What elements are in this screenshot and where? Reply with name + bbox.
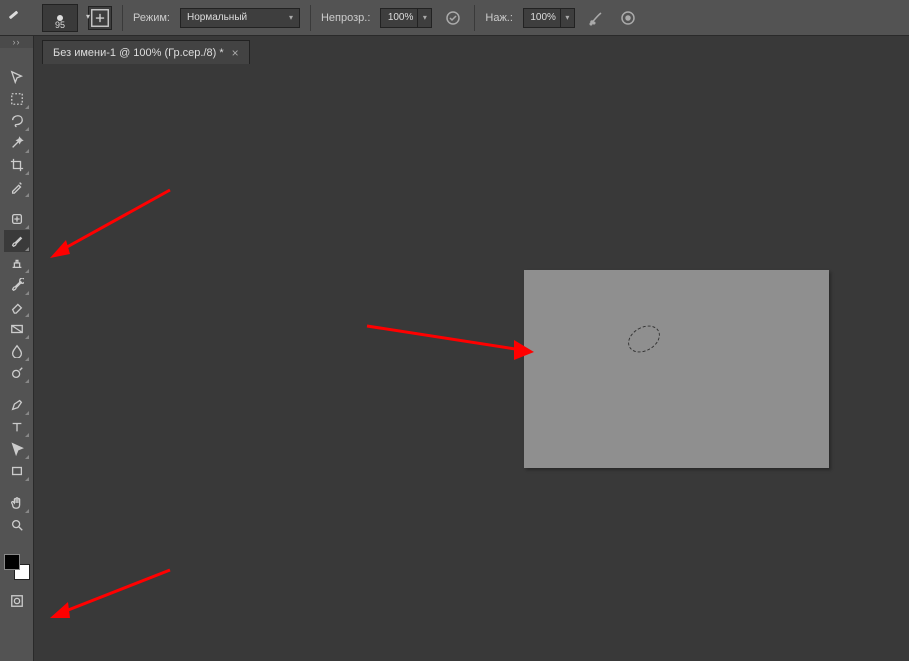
document-tab-title: Без имени-1 @ 100% (Гр.сер./8) * <box>53 47 224 59</box>
pen-tool[interactable] <box>4 394 30 416</box>
path-selection-tool[interactable] <box>4 438 30 460</box>
quick-mask-tool[interactable] <box>4 590 30 612</box>
opacity-value: 100% <box>388 12 414 23</box>
separator <box>474 5 475 31</box>
panel-collapse-handle[interactable]: ›› <box>0 36 33 48</box>
clone-stamp-tool[interactable] <box>4 252 30 274</box>
brush-preset-picker[interactable]: 95 ▾ <box>42 4 78 32</box>
chevron-down-icon: ▾ <box>289 13 293 22</box>
chevron-down-icon: ▾ <box>418 8 432 28</box>
tools-panel: ›› <box>0 36 34 661</box>
mode-label: Режим: <box>133 12 170 24</box>
brush-tool[interactable] <box>4 230 30 252</box>
color-swatches[interactable] <box>4 554 30 580</box>
options-bar: 95 ▾ Режим: Нормальный ▾ Непрозр.: 100% … <box>0 0 909 36</box>
canvas-area[interactable] <box>34 64 909 661</box>
marquee-selection <box>623 320 664 358</box>
blur-tool[interactable] <box>4 340 30 362</box>
close-icon[interactable]: × <box>232 46 239 60</box>
current-tool-icon[interactable] <box>8 6 32 30</box>
healing-brush-tool[interactable] <box>4 208 30 230</box>
rectangular-marquee-tool[interactable] <box>4 88 30 110</box>
tablet-pressure-opacity-icon[interactable] <box>442 7 464 29</box>
toggle-brush-panel-button[interactable] <box>88 6 112 30</box>
type-tool[interactable] <box>4 416 30 438</box>
blend-mode-select[interactable]: Нормальный ▾ <box>180 8 300 28</box>
move-tool[interactable] <box>4 66 30 88</box>
airbrush-icon[interactable] <box>585 7 607 29</box>
rectangle-shape-tool[interactable] <box>4 460 30 482</box>
chevron-down-icon: ▾ <box>561 8 575 28</box>
crop-tool[interactable] <box>4 154 30 176</box>
chevron-down-icon: ▾ <box>86 12 90 21</box>
foreground-color-swatch[interactable] <box>4 554 20 570</box>
eyedropper-tool[interactable] <box>4 176 30 198</box>
zoom-tool[interactable] <box>4 514 30 536</box>
flow-input[interactable]: 100% ▾ <box>523 8 575 28</box>
history-brush-tool[interactable] <box>4 274 30 296</box>
hand-tool[interactable] <box>4 492 30 514</box>
separator <box>310 5 311 31</box>
opacity-input[interactable]: 100% ▾ <box>380 8 432 28</box>
flow-label: Наж.: <box>485 12 513 24</box>
gradient-tool[interactable] <box>4 318 30 340</box>
document-canvas[interactable] <box>524 270 829 468</box>
brush-size-value: 95 <box>55 20 65 30</box>
eraser-tool[interactable] <box>4 296 30 318</box>
document-tab[interactable]: Без имени-1 @ 100% (Гр.сер./8) * × <box>42 40 250 64</box>
tablet-pressure-size-icon[interactable] <box>617 7 639 29</box>
lasso-tool[interactable] <box>4 110 30 132</box>
magic-wand-tool[interactable] <box>4 132 30 154</box>
opacity-label: Непрозр.: <box>321 12 370 24</box>
separator <box>122 5 123 31</box>
dodge-tool[interactable] <box>4 362 30 384</box>
flow-value: 100% <box>530 12 556 23</box>
document-tab-bar: Без имени-1 @ 100% (Гр.сер./8) * × <box>42 38 250 64</box>
blend-mode-value: Нормальный <box>187 12 247 23</box>
